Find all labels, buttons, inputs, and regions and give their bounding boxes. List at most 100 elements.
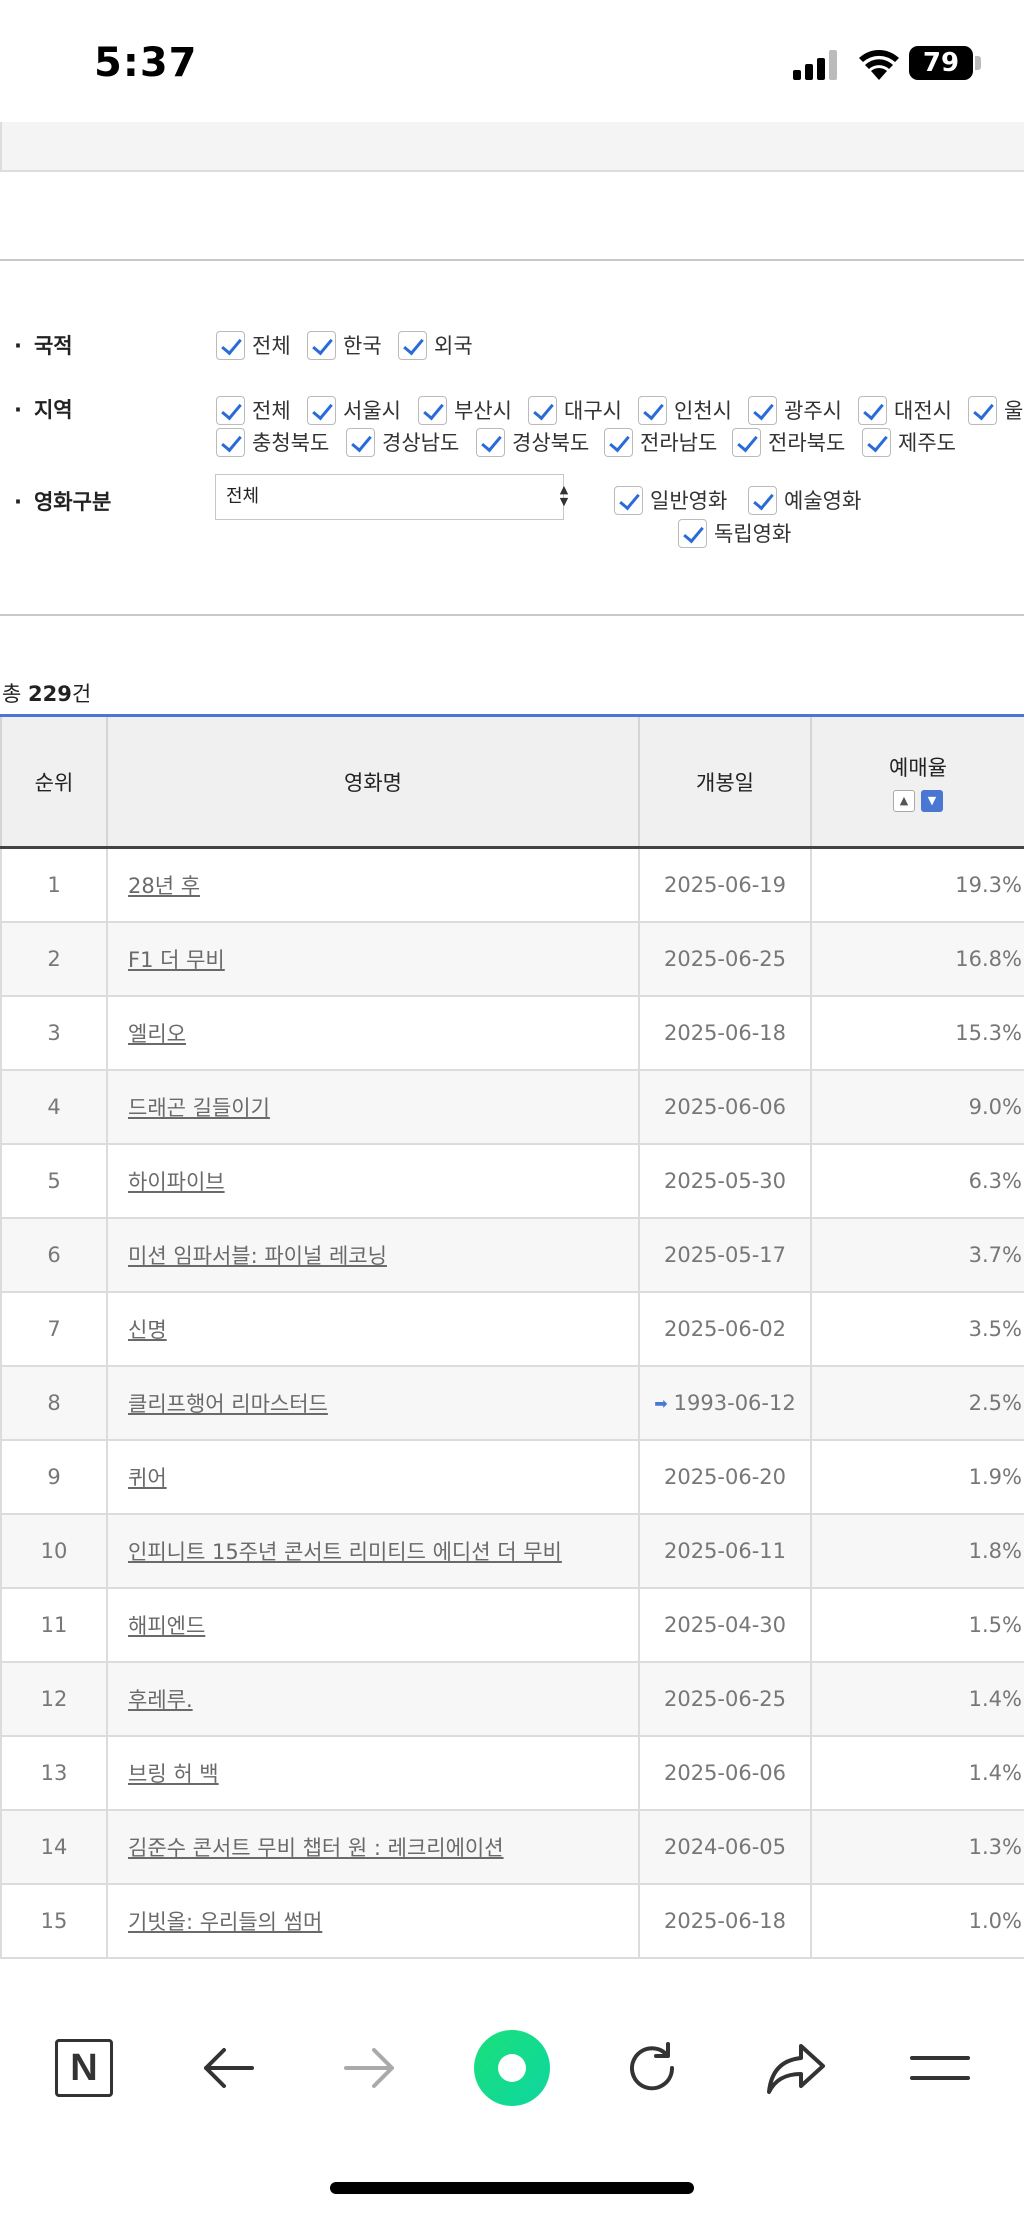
cell-release-date: 2025-06-20 — [640, 1441, 812, 1513]
checkbox-region-jeonnam[interactable]: 전라남도 — [604, 427, 717, 457]
checkbox-region-gyeongnam[interactable]: 경상남도 — [346, 427, 459, 457]
naver-home-button[interactable]: N — [44, 2028, 124, 2108]
movie-title-link[interactable]: 후레루. — [108, 1663, 640, 1735]
total-count: 총 229건 — [2, 682, 92, 706]
movie-title-link[interactable]: 28년 후 — [108, 849, 640, 921]
checkbox-type-art[interactable]: 예술영화 — [748, 485, 861, 515]
cell-release-date: 2025-06-18 — [640, 997, 812, 1069]
movie-title-link[interactable]: 퀴어 — [108, 1441, 640, 1513]
cell-rank: 6 — [0, 1219, 108, 1291]
checkbox-region-chungbuk[interactable]: 충청북도 — [216, 427, 329, 457]
refresh-icon — [630, 2042, 675, 2091]
filter-label-nationality: · 국적 — [14, 334, 73, 358]
checkbox-type-indie[interactable]: 독립영화 — [678, 518, 791, 548]
checkbox-icon — [307, 330, 336, 360]
movie-title-link[interactable]: 해피엔드 — [108, 1589, 640, 1661]
movie-title-link[interactable]: 하이파이브 — [108, 1145, 640, 1217]
release-date-text: 2025-06-18 — [663, 1909, 787, 1933]
cell-release-date: ➡ 1993-06-12 — [640, 1367, 812, 1439]
release-date-text: 2025-06-19 — [663, 873, 787, 897]
movie-title-link[interactable]: 미션 임파서블: 파이널 레코닝 — [108, 1219, 640, 1291]
release-date-text: 2025-06-20 — [663, 1465, 787, 1489]
checkbox-icon — [638, 395, 667, 425]
movie-title-link[interactable]: 브링 허 백 — [108, 1737, 640, 1809]
cell-rank: 12 — [0, 1663, 108, 1735]
release-date-text: 2025-06-11 — [663, 1539, 787, 1563]
movie-title-link[interactable]: 드래곤 길들이기 — [108, 1071, 640, 1143]
cell-booking-rate: 19.3% — [955, 873, 1022, 897]
movie-title-link[interactable]: 신명 — [108, 1293, 640, 1365]
green-dot-button[interactable] — [472, 2028, 552, 2108]
cell-rank: 4 — [0, 1071, 108, 1143]
table-row: 14 김준수 콘서트 무비 챕터 원 : 레크리에이션 2024-06-05 1.3% — [0, 1811, 1024, 1885]
movie-title-link[interactable]: 김준수 콘서트 무비 챕터 원 : 레크리에이션 — [108, 1811, 640, 1883]
cell-rank: 11 — [0, 1589, 108, 1661]
release-date-text: 2025-06-06 — [663, 1761, 787, 1785]
checkbox-nationality-korea[interactable]: 한국 — [307, 330, 382, 360]
checkbox-region-seoul[interactable]: 서울시 — [307, 395, 401, 425]
table-row: 12 후레루. 2025-06-25 1.4% — [0, 1663, 1024, 1737]
header-title: 영화명 — [108, 717, 640, 846]
cell-release-date: 2025-06-25 — [640, 1663, 812, 1735]
sort-ascending-icon[interactable]: ▲ — [893, 789, 915, 812]
checkbox-region-ulsan[interactable]: 울 — [968, 395, 1023, 425]
status-time: 5:37 — [94, 40, 198, 86]
share-button[interactable] — [756, 2028, 836, 2108]
movie-title-link[interactable]: 클리프행어 리마스터드 — [108, 1367, 640, 1439]
checkbox-region-all[interactable]: 전체 — [216, 395, 291, 425]
menu-button[interactable] — [900, 2028, 980, 2108]
checkbox-icon — [614, 485, 643, 515]
cell-rank: 10 — [0, 1515, 108, 1587]
forward-arrow-icon — [344, 2048, 394, 2088]
cell-rank: 14 — [0, 1811, 108, 1883]
movie-title-link[interactable]: 인피니트 15주년 콘서트 리미티드 에디션 더 무비 — [108, 1515, 640, 1587]
forward-button[interactable] — [330, 2028, 410, 2108]
back-arrow-icon — [204, 2048, 254, 2088]
checkbox-type-general[interactable]: 일반영화 — [614, 485, 727, 515]
cell-booking-rate: 1.4% — [968, 1687, 1022, 1711]
checkbox-region-jeonbuk[interactable]: 전라북도 — [732, 427, 845, 457]
checkbox-region-daejeon[interactable]: 대전시 — [858, 395, 952, 425]
checkbox-icon — [216, 395, 245, 425]
release-date-text: 2025-05-17 — [663, 1243, 787, 1267]
cell-booking-rate: 1.9% — [968, 1465, 1022, 1489]
release-date-text: 2025-06-02 — [663, 1317, 787, 1341]
release-date-text: 2025-06-25 — [663, 1687, 787, 1711]
movie-title-link[interactable]: F1 더 무비 — [108, 923, 640, 995]
battery-tip — [975, 56, 981, 70]
movie-title-link[interactable]: 엘리오 — [108, 997, 640, 1069]
header-rank: 순위 — [0, 717, 108, 846]
checkbox-nationality-all[interactable]: 전체 — [216, 330, 291, 360]
table-row: 1 28년 후 2025-06-19 19.3% — [0, 849, 1024, 923]
checkbox-icon — [678, 518, 707, 548]
rerelease-arrow-icon: ➡ — [654, 1393, 668, 1413]
checkbox-icon — [862, 427, 891, 457]
sort-descending-icon[interactable]: ▼ — [921, 789, 943, 812]
cell-release-date: 2025-06-25 — [640, 923, 812, 995]
checkbox-region-gwangju[interactable]: 광주시 — [748, 395, 842, 425]
back-button[interactable] — [188, 2028, 268, 2108]
table-row: 8 클리프행어 리마스터드 ➡ 1993-06-12 2.5% — [0, 1367, 1024, 1441]
release-date-text: 2025-06-06 — [663, 1095, 787, 1119]
table-row: 10 인피니트 15주년 콘서트 리미티드 에디션 더 무비 2025-06-11 1… — [0, 1515, 1024, 1589]
checkbox-nationality-foreign[interactable]: 외국 — [398, 330, 473, 360]
cell-rank: 7 — [0, 1293, 108, 1365]
checkbox-icon — [858, 395, 887, 425]
boxoffice-table: 순위 영화명 개봉일 예매율 ▲ ▼ 1 28년 후 2025-06-19 19.3%… — [0, 714, 1024, 1959]
refresh-button[interactable] — [612, 2028, 692, 2108]
table-header: 순위 영화명 개봉일 예매율 ▲ ▼ — [0, 717, 1024, 849]
checkbox-icon — [346, 427, 375, 457]
checkbox-icon — [604, 427, 633, 457]
cell-rank: 13 — [0, 1737, 108, 1809]
table-row: 7 신명 2025-06-02 3.5% — [0, 1293, 1024, 1367]
cell-release-date: 2025-06-06 — [640, 1737, 812, 1809]
checkbox-region-jeju[interactable]: 제주도 — [862, 427, 956, 457]
checkbox-icon — [216, 427, 245, 457]
movie-type-select[interactable]: 전체 — [215, 474, 564, 520]
checkbox-region-daegu[interactable]: 대구시 — [528, 395, 622, 425]
checkbox-region-busan[interactable]: 부산시 — [418, 395, 512, 425]
checkbox-icon — [418, 395, 447, 425]
checkbox-region-incheon[interactable]: 인천시 — [638, 395, 732, 425]
checkbox-region-gyeongbuk[interactable]: 경상북도 — [476, 427, 589, 457]
movie-title-link[interactable]: 기빗올: 우리들의 썸머 — [108, 1885, 640, 1957]
